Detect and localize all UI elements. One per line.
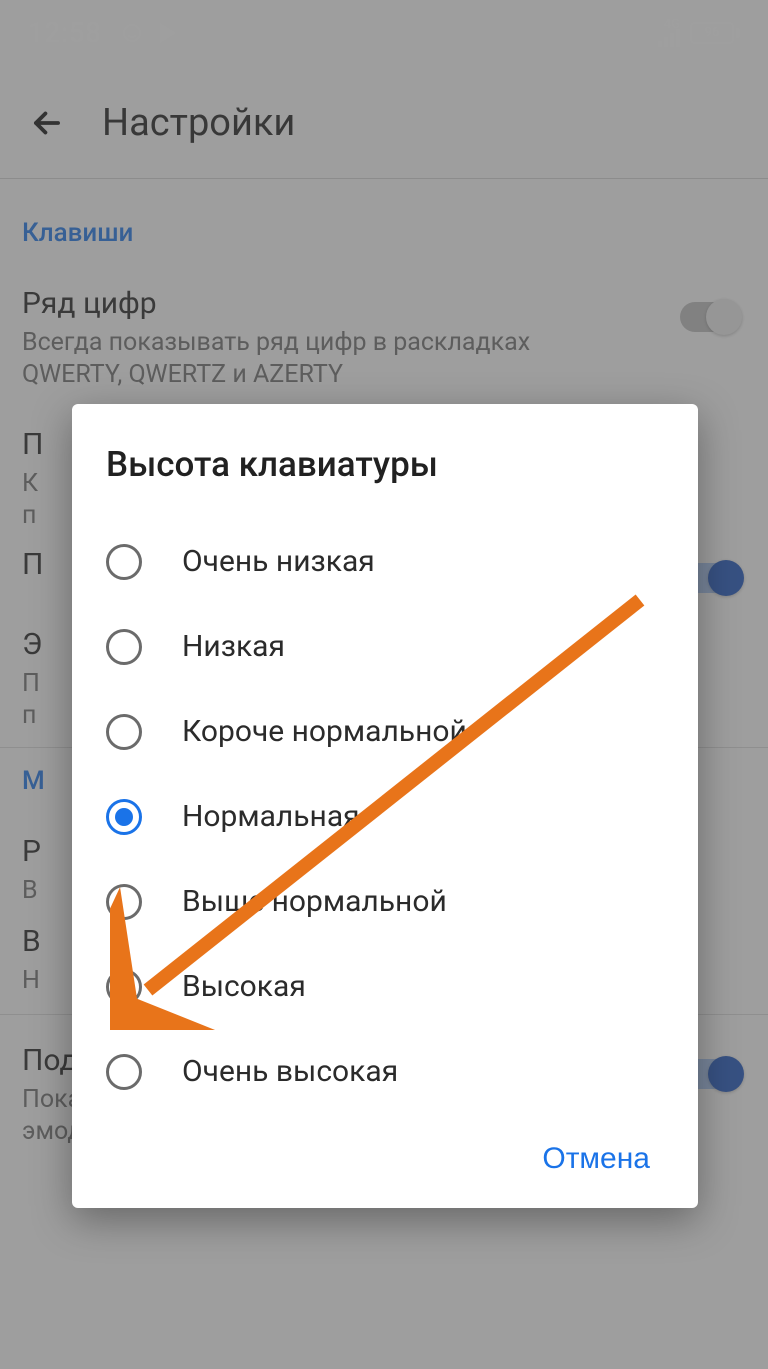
radio-icon bbox=[106, 714, 142, 750]
option-label: Очень низкая bbox=[182, 544, 375, 579]
keyboard-height-dialog: Высота клавиатуры Очень низкая Низкая Коро… bbox=[72, 404, 698, 1208]
option-label: Нормальная bbox=[182, 799, 360, 834]
cancel-button[interactable]: Отмена bbox=[536, 1132, 656, 1186]
dialog-title: Высота клавиатуры bbox=[106, 444, 664, 485]
radio-icon bbox=[106, 799, 142, 835]
option-label: Высокая bbox=[182, 969, 306, 1004]
screen: { "status": { "time": "12:58", "network"… bbox=[0, 0, 768, 1369]
radio-icon bbox=[106, 629, 142, 665]
option-2[interactable]: Короче нормальной bbox=[106, 689, 664, 774]
option-3[interactable]: Нормальная bbox=[106, 774, 664, 859]
option-label: Короче нормальной bbox=[182, 714, 467, 749]
radio-icon bbox=[106, 884, 142, 920]
option-6[interactable]: Очень высокая bbox=[106, 1029, 664, 1114]
radio-icon bbox=[106, 1054, 142, 1090]
option-0[interactable]: Очень низкая bbox=[106, 519, 664, 604]
dialog-options: Очень низкая Низкая Короче нормальной Норма… bbox=[106, 519, 664, 1114]
option-label: Выше нормальной bbox=[182, 884, 447, 919]
option-1[interactable]: Низкая bbox=[106, 604, 664, 689]
option-label: Очень высокая bbox=[182, 1054, 398, 1089]
option-5[interactable]: Высокая bbox=[106, 944, 664, 1029]
option-4[interactable]: Выше нормальной bbox=[106, 859, 664, 944]
option-label: Низкая bbox=[182, 629, 285, 664]
radio-icon bbox=[106, 544, 142, 580]
radio-icon bbox=[106, 969, 142, 1005]
